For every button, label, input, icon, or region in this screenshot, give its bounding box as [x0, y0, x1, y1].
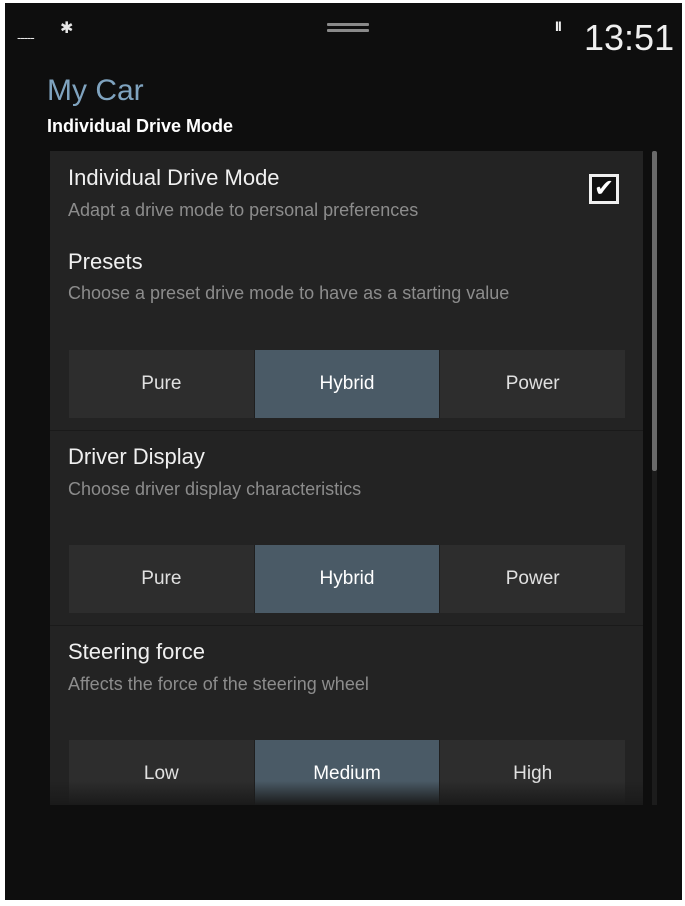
steering-force-description: Affects the force of the steering wheel — [68, 674, 369, 694]
checkmark-icon: ✔ — [593, 175, 615, 202]
pull-down-handle[interactable] — [327, 23, 369, 32]
driver-display-option-pure[interactable]: Pure — [69, 545, 255, 613]
idm-description: Adapt a drive mode to personal preferenc… — [68, 200, 419, 220]
presets-title: Presets — [68, 249, 143, 274]
presets-option-power[interactable]: Power — [440, 350, 626, 418]
driver-display-segmented-control: Pure Hybrid Power — [69, 545, 626, 613]
presets-segmented-control: Pure Hybrid Power — [69, 350, 626, 418]
divider — [50, 430, 643, 431]
scrollbar-track[interactable] — [652, 471, 657, 805]
driver-display-description: Choose driver display characteristics — [68, 479, 362, 499]
signal-indicator: ----- — [17, 30, 35, 45]
car-screen: ----- ✱ II 13:51 My Car Individual Drive… — [5, 3, 682, 900]
steering-force-title: Steering force — [68, 639, 205, 664]
driver-display-title: Driver Display — [68, 444, 205, 469]
scrollbar-thumb[interactable] — [652, 151, 657, 471]
pause-icon: II — [555, 18, 562, 34]
divider — [50, 625, 643, 626]
idm-checkbox[interactable]: ✔ — [589, 174, 619, 204]
scroll-fade — [50, 781, 643, 805]
page-title[interactable]: My Car — [47, 74, 144, 108]
settings-panel: Individual Drive Mode Adapt a drive mode… — [50, 151, 643, 805]
presets-option-pure[interactable]: Pure — [69, 350, 255, 418]
idm-title: Individual Drive Mode — [68, 165, 280, 190]
presets-option-hybrid[interactable]: Hybrid — [254, 350, 441, 418]
presets-description: Choose a preset drive mode to have as a … — [68, 283, 510, 303]
bluetooth-icon: ✱ — [60, 20, 74, 37]
driver-display-option-power[interactable]: Power — [440, 545, 626, 613]
status-bar: ----- ✱ II 13:51 — [5, 3, 682, 63]
page-subtitle: Individual Drive Mode — [47, 116, 234, 136]
clock: 13:51 — [584, 17, 675, 58]
driver-display-option-hybrid[interactable]: Hybrid — [254, 545, 441, 613]
